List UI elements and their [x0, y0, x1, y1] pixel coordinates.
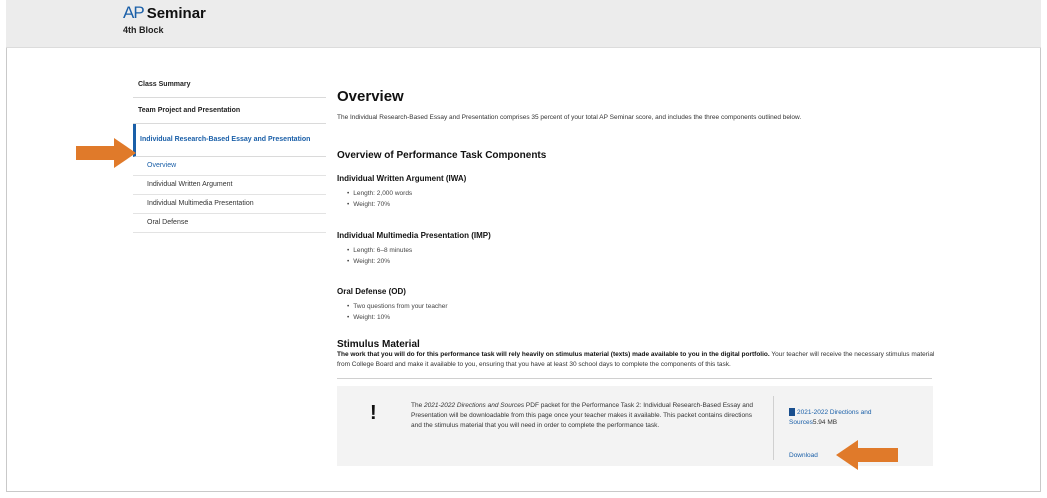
sidebar-item-team-project[interactable]: Team Project and Presentation [133, 98, 326, 124]
sidebar-item-individual-research[interactable]: Individual Research-Based Essay and Pres… [133, 124, 326, 157]
course-title: Seminar [146, 5, 206, 22]
download-link[interactable]: Download [789, 452, 818, 459]
course-brand: AP Seminar [123, 3, 206, 23]
list-item: Weight: 70% [347, 199, 412, 210]
pdf-file-link[interactable]: 2021-2022 Directions and Sources5.94 MB [789, 408, 909, 428]
course-section: 4th Block [123, 25, 164, 35]
list-item: Length: 6–8 minutes [347, 245, 412, 256]
sidebar-subitem-written-argument[interactable]: Individual Written Argument [133, 176, 326, 195]
notice-divider [773, 396, 774, 460]
sidebar-nav: Class Summary Team Project and Presentat… [133, 72, 326, 233]
component-imp-title: Individual Multimedia Presentation (IMP) [337, 231, 491, 240]
stimulus-text: The work that you will do for this perfo… [337, 350, 937, 370]
list-item: Weight: 20% [347, 256, 412, 267]
intro-text: The Individual Research-Based Essay and … [337, 114, 802, 121]
exclamation-icon: ! [370, 402, 377, 424]
components-heading: Overview of Performance Task Components [337, 150, 547, 161]
sidebar-subitem-multimedia-presentation[interactable]: Individual Multimedia Presentation [133, 195, 326, 214]
component-imp-list: Length: 6–8 minutes Weight: 20% [347, 245, 412, 267]
notice-doc-name: 2021-2022 Directions and Sources [424, 402, 525, 409]
orange-arrow-left-icon [836, 440, 898, 470]
main-content: Overview The Individual Research-Based E… [337, 88, 937, 466]
list-item: Weight: 10% [347, 312, 448, 323]
section-divider [337, 378, 932, 379]
sidebar-subitem-overview[interactable]: Overview [133, 157, 326, 176]
component-od-title: Oral Defense (OD) [337, 287, 406, 296]
notice-text: The 2021-2022 Directions and Sources PDF… [411, 401, 761, 431]
notice-prefix: The [411, 402, 425, 409]
stimulus-title: Stimulus Material [337, 339, 420, 350]
pdf-file-size: 5.94 MB [812, 419, 838, 426]
sidebar-item-class-summary[interactable]: Class Summary [133, 72, 326, 98]
ap-logo: AP [123, 3, 145, 22]
pdf-file-icon [789, 408, 795, 417]
page-title: Overview [337, 88, 404, 105]
component-iwa-list: Length: 2,000 words Weight: 70% [347, 188, 412, 210]
component-iwa-title: Individual Written Argument (IWA) [337, 174, 467, 183]
orange-arrow-right-icon [76, 138, 136, 168]
sidebar-subitem-oral-defense[interactable]: Oral Defense [133, 214, 326, 233]
list-item: Two questions from your teacher [347, 301, 447, 312]
stimulus-bold-text: The work that you will do for this perfo… [337, 351, 770, 358]
course-header: AP Seminar 4th Block [6, 0, 1041, 48]
component-od-list: Two questions from your teacher Weight: … [347, 301, 448, 323]
list-item: Length: 2,000 words [347, 188, 412, 199]
